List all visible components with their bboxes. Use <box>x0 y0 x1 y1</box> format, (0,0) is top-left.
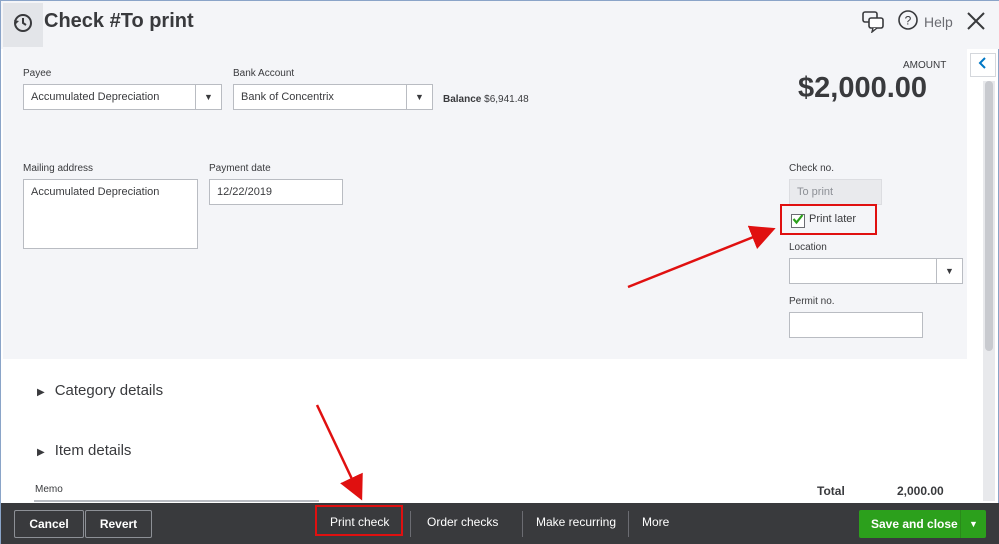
check-no-label: Check no. <box>789 163 835 174</box>
bank-account-value: Bank of Concentrix <box>241 91 334 103</box>
print-later-checkbox[interactable] <box>791 214 805 228</box>
bank-account-select[interactable]: Bank of Concentrix ▼ <box>233 84 433 110</box>
footer-divider <box>628 511 629 537</box>
help-icon: ? <box>897 9 919 36</box>
balance-value: $6,941.48 <box>484 94 529 105</box>
print-check-highlight <box>315 505 403 536</box>
footer-bar: Cancel Revert Print check Order checks M… <box>1 503 999 544</box>
feedback-button[interactable] <box>861 9 885 38</box>
memo-label: Memo <box>35 484 63 495</box>
caret-right-icon: ▶ <box>37 447 45 458</box>
location-label: Location <box>789 242 827 253</box>
item-details-label: Item details <box>54 442 132 459</box>
save-and-close-button[interactable]: Save and close ▼ <box>859 510 986 538</box>
category-details-toggle[interactable]: ▶ Category details <box>37 382 163 399</box>
help-label[interactable]: Help <box>924 14 953 30</box>
payee-label: Payee <box>23 68 52 79</box>
total-value: 2,000.00 <box>897 484 944 498</box>
chevron-left-icon <box>978 56 988 74</box>
header-bar: Check #To print ? Help <box>1 1 999 49</box>
total-label: Total <box>817 484 845 498</box>
payee-value: Accumulated Depreciation <box>31 91 160 103</box>
close-icon <box>965 10 987 37</box>
footer-divider <box>410 511 411 537</box>
check-no-value: To print <box>797 186 834 198</box>
history-icon <box>12 12 34 39</box>
payment-date-label: Payment date <box>209 163 271 174</box>
order-checks-button[interactable]: Order checks <box>427 515 498 529</box>
more-button[interactable]: More <box>642 515 669 529</box>
payee-select[interactable]: Accumulated Depreciation ▼ <box>23 84 222 110</box>
print-later-label[interactable]: Print later <box>809 213 856 225</box>
print-later-highlight: Print later <box>780 204 877 235</box>
close-button[interactable] <box>965 10 987 37</box>
category-details-label: Category details <box>54 382 164 399</box>
location-select[interactable]: ▼ <box>789 258 963 284</box>
collapse-panel-button[interactable] <box>970 53 996 77</box>
history-button[interactable] <box>3 3 43 47</box>
amount-value: $2,000.00 <box>798 72 928 104</box>
item-details-toggle[interactable]: ▶ Item details <box>37 442 131 459</box>
permit-no-field[interactable] <box>789 312 923 338</box>
save-and-close-label: Save and close <box>871 517 958 531</box>
svg-text:?: ? <box>905 14 912 28</box>
caret-down-icon[interactable]: ▼ <box>936 259 962 283</box>
make-recurring-button[interactable]: Make recurring <box>536 515 616 529</box>
page-title: Check #To print <box>44 10 194 32</box>
caret-right-icon: ▶ <box>37 387 45 398</box>
payment-date-field[interactable]: 12/22/2019 <box>209 179 343 205</box>
mailing-address-label: Mailing address <box>23 163 94 174</box>
revert-button[interactable]: Revert <box>85 510 152 538</box>
balance-label: Balance <box>443 94 482 105</box>
balance-display: Balance $6,941.48 <box>443 94 529 105</box>
caret-down-icon[interactable]: ▼ <box>406 85 432 109</box>
help-button[interactable]: ? <box>897 9 919 36</box>
memo-field[interactable] <box>34 500 319 502</box>
permit-no-label: Permit no. <box>789 296 835 307</box>
footer-divider <box>522 511 523 537</box>
cancel-button[interactable]: Cancel <box>14 510 84 538</box>
annotation-arrow-print-check <box>315 404 363 501</box>
feedback-icon <box>861 9 885 38</box>
vertical-scrollbar[interactable] <box>983 81 995 501</box>
check-no-field: To print <box>789 179 882 205</box>
amount-label: AMOUNT <box>903 60 947 71</box>
caret-down-icon[interactable]: ▼ <box>960 510 986 538</box>
caret-down-icon[interactable]: ▼ <box>195 85 221 109</box>
mailing-address-value: Accumulated Depreciation <box>31 186 160 198</box>
checkmark-icon <box>792 212 804 230</box>
bank-account-label: Bank Account <box>233 68 295 79</box>
check-window: Check #To print ? Help Payee Accumulated… <box>0 0 999 544</box>
payment-date-value: 12/22/2019 <box>217 186 273 198</box>
scrollbar-thumb[interactable] <box>985 81 993 351</box>
mailing-address-field[interactable]: Accumulated Depreciation <box>23 179 198 249</box>
